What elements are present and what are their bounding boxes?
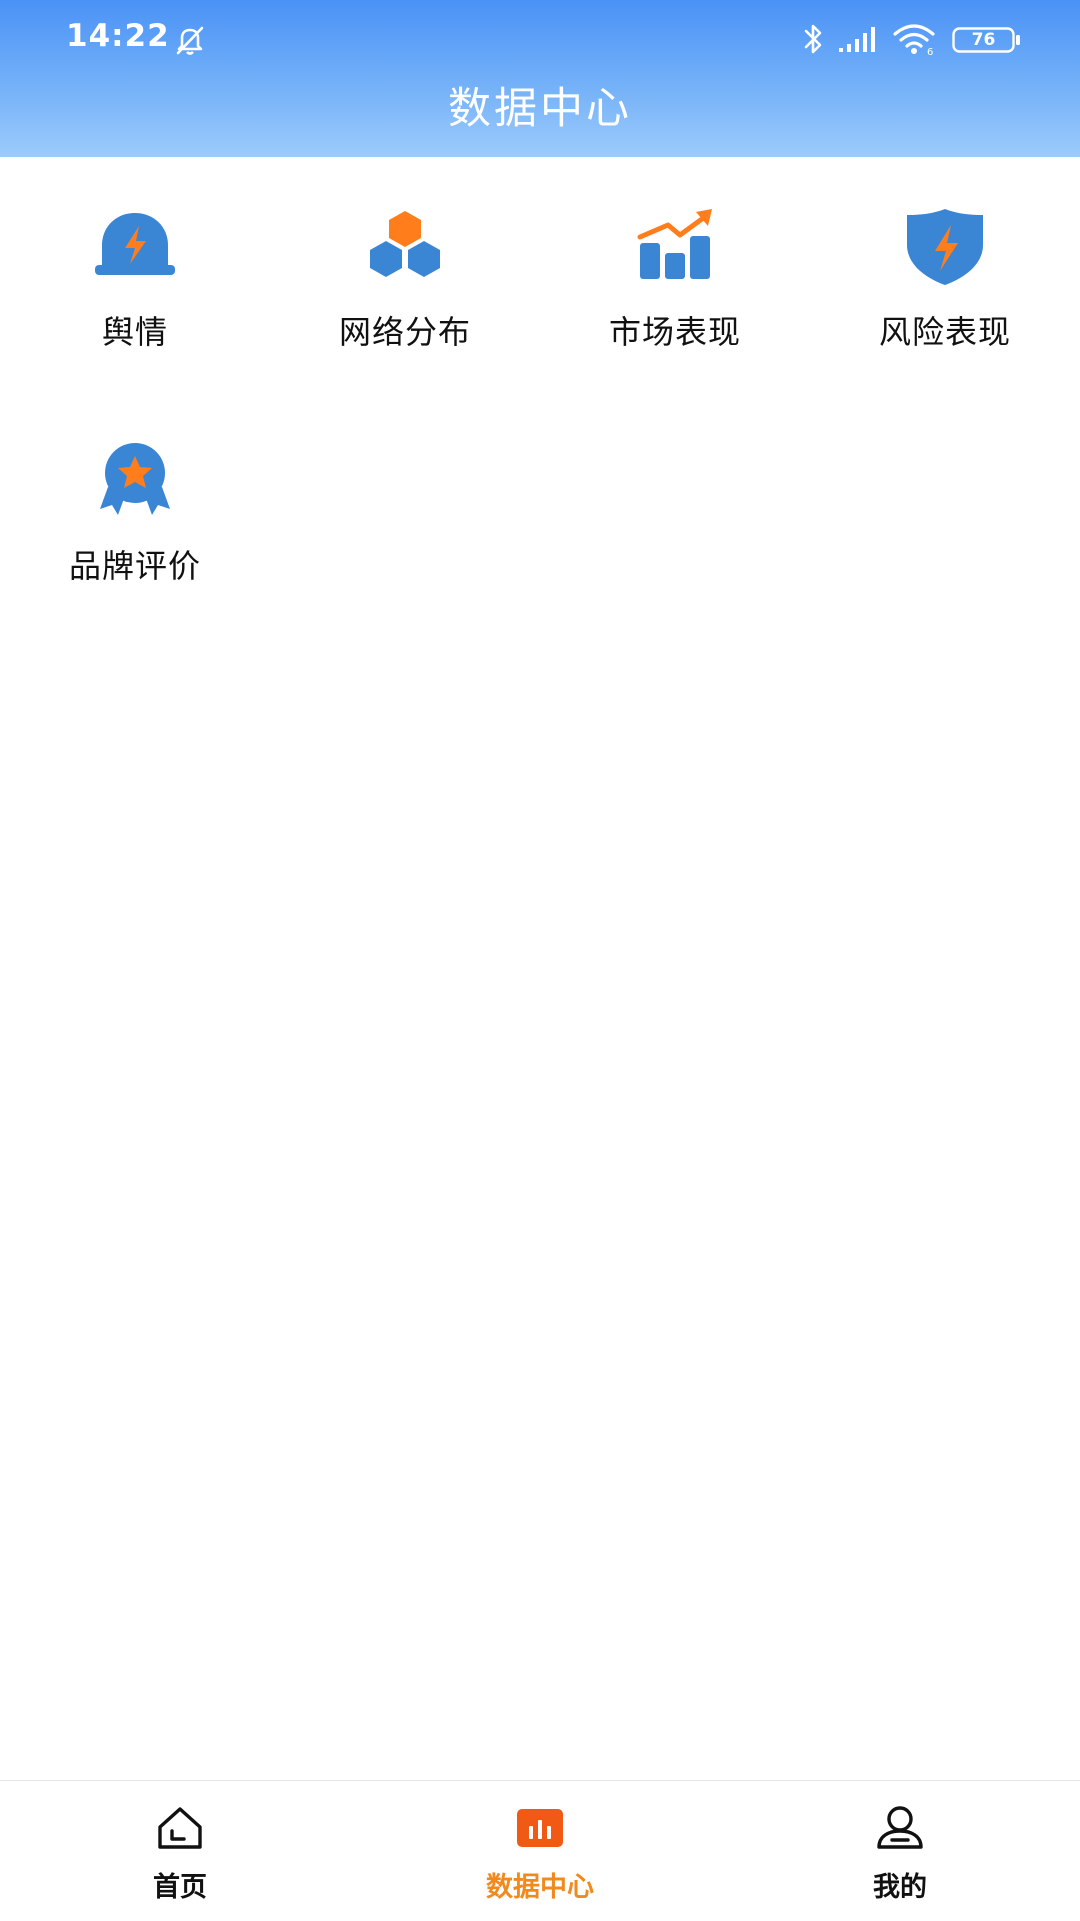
award-badge-icon — [90, 435, 180, 525]
app-header: 14:22 6 76 数据中心 — [0, 0, 1080, 157]
grid-item-label: 网络分布 — [338, 313, 471, 351]
svg-text:6: 6 — [927, 47, 933, 56]
grid-item-brand-evaluation[interactable]: 品牌评价 — [0, 391, 270, 611]
battery-icon: 76 — [952, 27, 1022, 53]
grid-item-risk-performance[interactable]: 风险表现 — [810, 157, 1080, 377]
user-icon — [875, 1803, 925, 1853]
grid-item-label: 舆情 — [101, 313, 168, 351]
grid-item-label: 市场表现 — [608, 313, 741, 351]
battery-level-text: 76 — [971, 30, 996, 50]
nav-label-home: 首页 — [153, 1872, 207, 1903]
status-bar: 14:22 6 76 — [0, 0, 1080, 78]
nav-label-mine: 我的 — [873, 1872, 927, 1903]
mute-bell-icon — [172, 22, 208, 58]
bar-trend-icon — [630, 201, 720, 291]
grid-item-label: 风险表现 — [878, 313, 1011, 351]
grid-item-market-performance[interactable]: 市场表现 — [540, 157, 810, 377]
nav-item-data-center[interactable]: 数据中心 — [440, 1781, 640, 1921]
signal-icon — [838, 24, 880, 54]
wifi-icon: 6 — [892, 22, 938, 58]
nav-item-mine[interactable]: 我的 — [800, 1781, 1000, 1921]
bar-chart-icon — [515, 1803, 565, 1853]
bottom-nav: 首页 数据中心 我的 — [0, 1780, 1080, 1921]
shield-bolt-icon — [900, 201, 990, 291]
grid-item-network-distribution[interactable]: 网络分布 — [270, 157, 540, 377]
nav-item-home[interactable]: 首页 — [80, 1781, 280, 1921]
hexagon-cluster-icon — [360, 201, 450, 291]
grid-item-label: 品牌评价 — [68, 547, 201, 585]
nav-label-data-center: 数据中心 — [486, 1872, 594, 1903]
home-icon — [155, 1803, 205, 1853]
bluetooth-icon — [800, 22, 826, 56]
grid-item-public-opinion[interactable]: 舆情 — [0, 157, 270, 377]
page-title: 数据中心 — [448, 84, 632, 134]
status-time: 14:22 — [66, 18, 170, 54]
alarm-bolt-icon — [90, 201, 180, 291]
